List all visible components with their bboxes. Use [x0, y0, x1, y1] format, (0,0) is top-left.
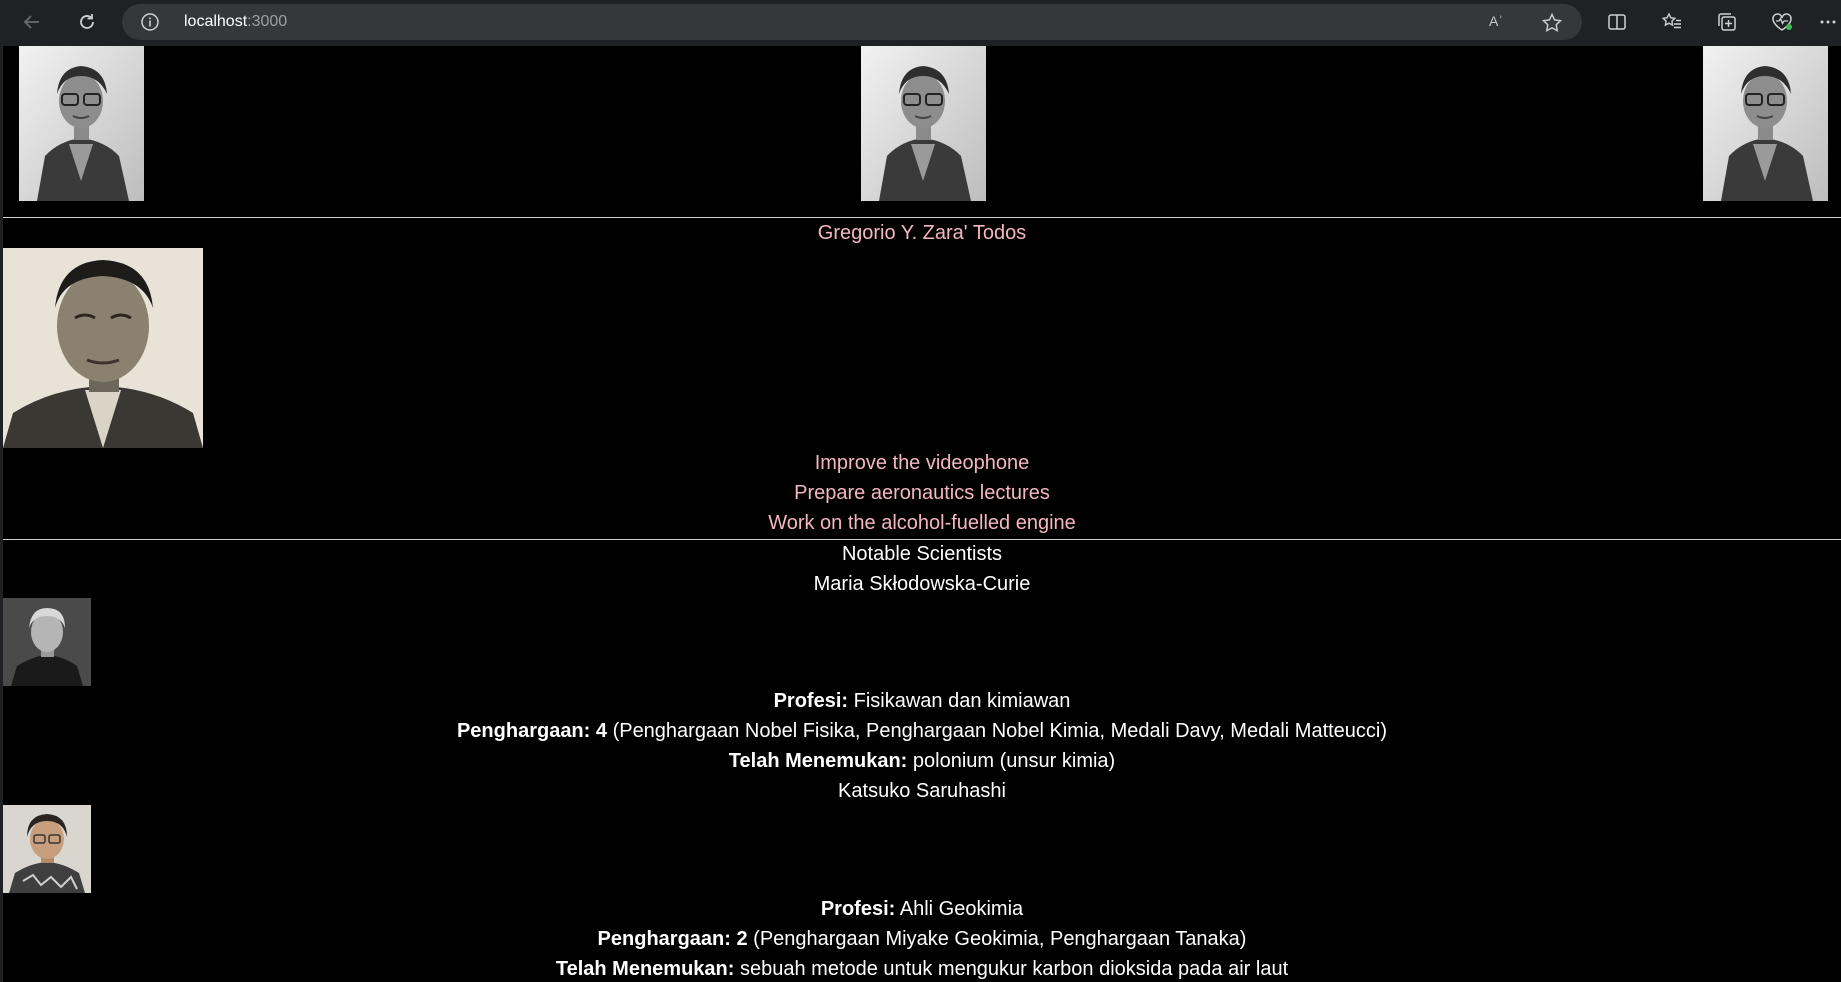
todo-item: Prepare aeronautics lectures: [794, 482, 1050, 504]
scientist-awards: Penghargaan: 2 (Penghargaan Miyake Geoki…: [3, 926, 1841, 952]
gregorio-zara-portrait: [3, 248, 203, 448]
header-portrait-left: [19, 46, 144, 201]
profession-value: Ahli Geokimia: [899, 898, 1024, 920]
browser-essentials-icon[interactable]: [1768, 8, 1796, 36]
todo-title: Gregorio Y. Zara' Todos: [817, 222, 1027, 244]
url-text[interactable]: localhost:3000: [184, 13, 287, 31]
favorite-star-icon[interactable]: [1541, 12, 1563, 34]
discovered-value: sebuah metode untuk mengukur karbon diok…: [739, 958, 1289, 980]
split-screen-icon[interactable]: [1603, 8, 1631, 36]
favorites-icon[interactable]: [1658, 8, 1686, 36]
page-viewport: Gregorio Y. Zara' Todos Improve the vide…: [3, 46, 1841, 982]
scientist-awards: Penghargaan: 4 (Penghargaan Nobel Fisika…: [3, 718, 1841, 744]
scientist-discovery: Telah Menemukan: polonium (unsur kimia): [3, 748, 1841, 774]
scientist-profession: Profesi: Ahli Geokimia: [3, 896, 1841, 922]
scientist-name: Katsuko Saruhashi: [838, 780, 1006, 802]
read-aloud-icon[interactable]: Aʾ: [1489, 13, 1511, 35]
awards-value: (Penghargaan Nobel Fisika, Penghargaan N…: [612, 720, 1388, 742]
divider: [3, 217, 1841, 218]
site-info-icon[interactable]: [140, 12, 160, 32]
url-host: localhost: [184, 13, 248, 30]
header-portrait-center: [861, 46, 986, 201]
discovered-label: Telah Menemukan:: [728, 750, 908, 772]
awards-label: Penghargaan: 2: [597, 928, 748, 950]
divider: [3, 539, 1841, 540]
scientist-discovery: Telah Menemukan: sebuah metode untuk men…: [3, 956, 1841, 982]
profession-value: Fisikawan dan kimiawan: [853, 690, 1071, 712]
url-port: :3000: [247, 13, 288, 30]
todo-item: Work on the alcohol-fuelled engine: [768, 512, 1076, 534]
collections-icon[interactable]: [1713, 8, 1741, 36]
more-options-icon[interactable]: [1818, 8, 1838, 36]
reload-icon[interactable]: [73, 8, 101, 36]
scientist-avatar: [3, 598, 91, 686]
awards-label: Penghargaan: 4: [456, 720, 607, 742]
scientist-name: Maria Skłodowska-Curie: [813, 573, 1031, 595]
todo-item: Improve the videophone: [814, 452, 1030, 474]
header-portrait-right: [1703, 46, 1828, 201]
scientists-title: Notable Scientists: [841, 543, 1003, 565]
discovered-value: polonium (unsur kimia): [912, 750, 1116, 772]
back-arrow-icon[interactable]: [18, 8, 46, 36]
scientist-avatar: [3, 805, 91, 893]
awards-value: (Penghargaan Miyake Geokimia, Penghargaa…: [753, 928, 1247, 950]
profession-label: Profesi:: [773, 690, 849, 712]
address-bar[interactable]: localhost:3000 Aʾ: [122, 4, 1582, 40]
scientist-profession: Profesi: Fisikawan dan kimiawan: [3, 688, 1841, 714]
browser-toolbar: localhost:3000 Aʾ: [0, 0, 1841, 44]
discovered-label: Telah Menemukan:: [555, 958, 735, 980]
profession-label: Profesi:: [820, 898, 896, 920]
